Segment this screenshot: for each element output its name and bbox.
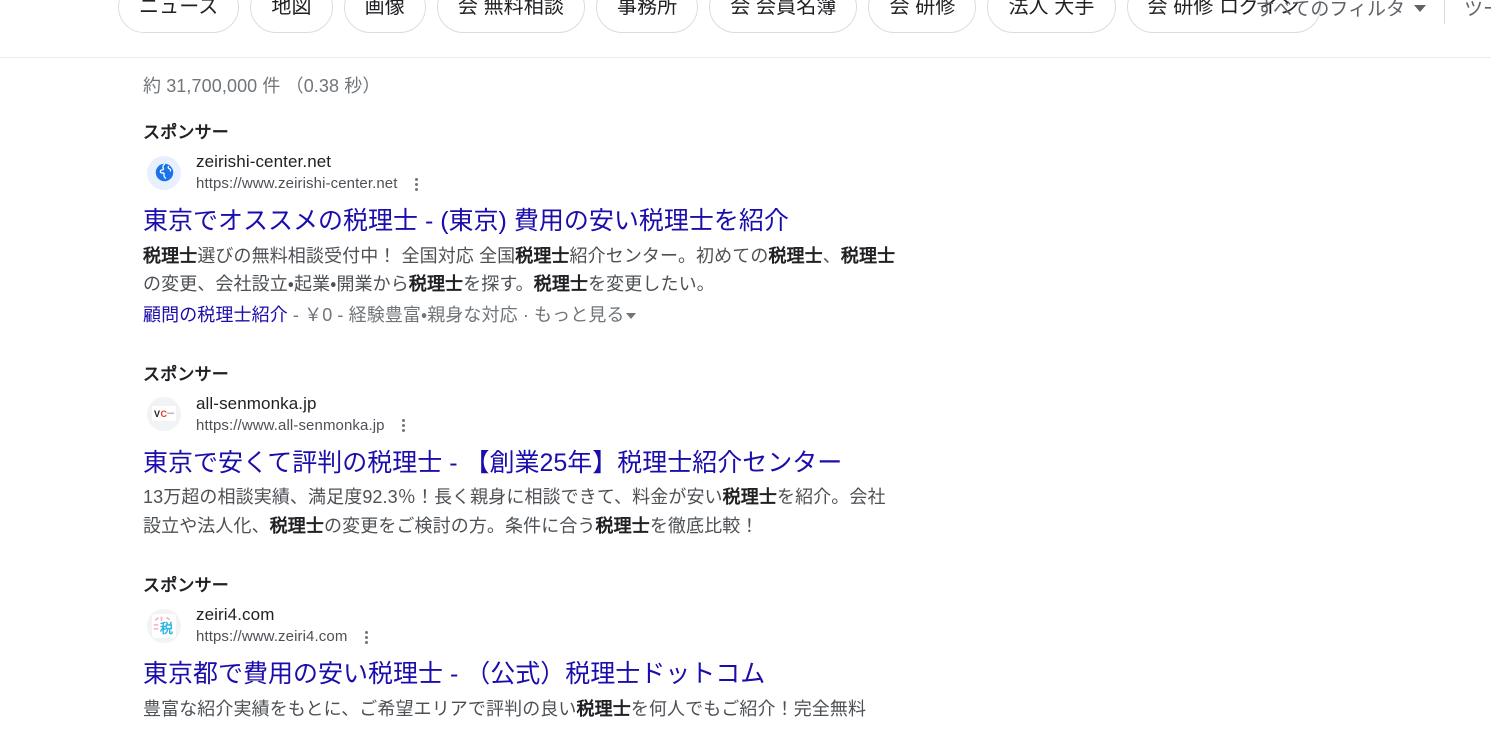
filter-chip-label: 事務所 [616,0,678,18]
three-dot-menu-icon[interactable] [407,174,427,194]
filter-chip-label: 会 会員名簿 [730,0,837,18]
filter-chip-office[interactable]: 事務所 [595,0,699,33]
result-description: 13万超の相談実績、満足度92.3％！長く親身に相談できて、料金が安い税理士を紹… [143,487,886,536]
sitelink-extra-text: - ￥0 - 経験豊富・親身な対応 · もっと見る [287,304,625,325]
three-dot-menu-icon[interactable] [356,627,376,647]
vc-logo-favicon-icon: VC [147,397,181,432]
result-title-link[interactable]: 東京で安くて評判の税理士 - 【創業25年】税理士紹介センター [143,447,933,480]
sitelink-expand-caret-icon[interactable] [625,312,636,319]
site-url: https://www.all-senmonka.jp [196,416,385,434]
filter-chip-maps[interactable]: 地図 [250,0,333,33]
result-title-link[interactable]: 東京都で費用の安い税理士 - （公式）税理士ドットコム [143,658,933,691]
site-url: https://www.zeirishi-center.net [196,174,398,192]
url-row: https://www.zeirishi-center.net [196,174,427,194]
filter-chip-news[interactable]: ニュース [118,0,240,33]
sponsored-label: スポンサー [143,364,229,384]
zei-kanji-favicon-icon: 税 [147,608,181,643]
filter-chip-label: ニュース [139,0,219,18]
sponsored-result: スポンサー zeirishi-center.net https://www.zeir… [143,118,933,329]
result-site-row[interactable]: zeirishi-center.net https://www.zeirishi-… [147,151,933,194]
filter-chip-list: ニュース 地図 画像会 無料相談 事務所会 会員名簿会 研修 法人 大手会 研修 ログイ… [118,0,1321,33]
filter-chip-label: 会 無料相談 [457,0,564,18]
filter-chip-label: 画像 [364,0,405,18]
svg-text:税: 税 [160,621,173,637]
filter-chip-label: 地図 [271,0,312,18]
url-row: https://www.all-senmonka.jp [196,416,414,436]
site-meta: all-senmonka.jp https://www.all-senmonka.… [196,393,414,436]
header-divider [0,57,1491,58]
filter-chip-label: 法人 大手 [1008,0,1095,18]
three-dot-menu-icon[interactable] [394,416,414,436]
filter-chip-free-consultation[interactable]: 会 無料相談 [436,0,585,33]
filter-chip-training[interactable]: 会 研修 [868,0,977,33]
sitelink-link[interactable]: 顧問の税理士紹介 [143,305,288,325]
url-row: https://www.zeiri4.com [196,627,376,647]
site-url: https://www.zeiri4.com [196,628,348,646]
result-description: 税理士選びの無料相談受付中！ 全国対応 全国税理士紹介センター。初めての税理士、… [143,245,896,295]
result-title-link[interactable]: 東京でオススメの税理士 - (東京) 費用の安い税理士を紹介 [143,205,933,238]
sponsored-result: スポンサー税 zeiri4.com https://www.zeiri4.com 東京… [143,571,933,723]
tools-button[interactable]: ツール [1445,0,1491,21]
svg-text:V: V [154,409,160,419]
result-site-row[interactable]: V Call-senmonka.jp https://www.all-senmonk… [147,393,933,436]
site-name: all-senmonka.jp [196,393,317,413]
result-description: 豊富な紹介実績をもとに、ご希望エリアで評判の良い税理士を何人でもご紹介！完全無料 [143,698,867,719]
all-filters-button[interactable]: すべてのフィルタ [1255,0,1444,21]
filter-chip-major-corporations[interactable]: 法人 大手 [987,0,1116,33]
site-name: zeirishi-center.net [196,152,332,171]
site-meta: zeiri4.com https://www.zeiri4.com [196,604,376,647]
sponsored-result: スポンサー V Call-senmonka.jp https://www.all-se… [143,360,933,541]
result-site-row[interactable]: 税 zeiri4.com https://www.zeiri4.com [147,604,933,647]
site-meta: zeirishi-center.net https://www.zeirishi-… [196,151,427,194]
filter-chip-member-list[interactable]: 会 会員名簿 [709,0,858,33]
globe-favicon-icon [147,155,181,190]
chevron-down-icon [1414,5,1426,12]
sponsored-label: スポンサー [143,123,229,142]
result-stats: 約 31,700,000 件 （0.38 秒） [143,76,381,96]
all-filters-label: すべてのフィルタ [1255,0,1405,20]
sponsored-label: スポンサー [143,576,229,596]
filter-chip-label: 会 研修 [889,0,956,18]
svg-text:C: C [161,409,168,419]
filter-chip-images[interactable]: 画像 [343,0,426,33]
site-name: zeiri4.com [196,605,275,625]
filter-chip-bar: ニュース 地図 画像会 無料相談 事務所会 会員名簿会 研修 法人 大手会 研修 ログイ… [0,0,1491,57]
result-sitelinks: 顧問の税理士紹介 - ￥0 - 経験豊富・親身な対応 · もっと見る [143,302,933,329]
filter-bar-right: すべてのフィルタ ツール [1255,0,1491,33]
search-results-column: スポンサー zeirishi-center.net https://www.zeir… [143,118,933,754]
